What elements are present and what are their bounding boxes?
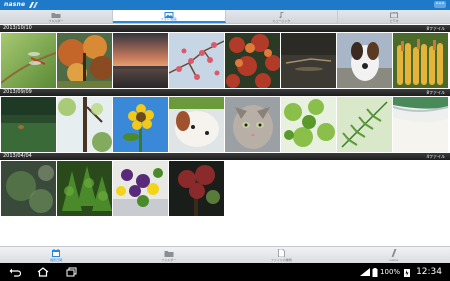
date-group-header: 2013/10/10 8ファイル <box>0 25 450 32</box>
bottom-nav-file-type[interactable]: ファイルの種類 <box>225 247 338 263</box>
photo-thumbnail-dog[interactable] <box>337 33 392 88</box>
bottom-nav-by-date[interactable]: 撮影日時 <box>0 247 113 263</box>
photo-thumbnail-green-leaves[interactable] <box>281 97 336 152</box>
bottom-navigation: 撮影日時 フォルダー ファイルの種類 nasne <box>0 246 450 263</box>
photo-thumbnail-beach[interactable] <box>393 97 448 152</box>
group-file-count: 4ファイル <box>426 154 445 159</box>
photo-thumbnail-blurred-green[interactable] <box>1 161 56 216</box>
bottom-nav-folder[interactable]: フォルダー <box>113 247 226 263</box>
photo-thumbnail-plum-blossoms[interactable] <box>169 33 224 88</box>
group-date: 2013/10/10 <box>3 25 32 31</box>
video-icon <box>390 12 399 18</box>
photo-thumbnail-sunflower[interactable] <box>113 97 168 152</box>
photo-thumbnail-cat[interactable] <box>225 97 280 152</box>
tab-label: フォト/動画 <box>160 17 177 21</box>
app-window: nasne ••• フォルダー フォト/動画 ミュージック ビデオ 2013/1… <box>0 0 450 281</box>
photo-thumbnail-conifer[interactable] <box>57 161 112 216</box>
battery-icon <box>372 267 378 277</box>
photo-thumbnail-deer-meadow[interactable] <box>1 97 56 152</box>
group-file-count: 8ファイル <box>426 90 445 95</box>
system-bar: 100% 12:34 <box>0 263 450 281</box>
group-date: 2013/04/04 <box>3 153 32 159</box>
photo-thumbnail-dark-water[interactable] <box>281 33 336 88</box>
nasne-device-icon <box>391 249 397 257</box>
recent-apps-icon[interactable] <box>66 267 78 277</box>
photo-thumbnail-corn[interactable] <box>393 33 448 88</box>
photo-thumbnail-red-leaves[interactable] <box>225 33 280 88</box>
back-icon[interactable] <box>9 267 21 277</box>
music-note-icon <box>279 12 284 18</box>
app-logo-icon <box>29 2 38 8</box>
app-logo: nasne <box>4 1 26 8</box>
folder-icon <box>51 13 61 18</box>
document-icon <box>278 249 286 257</box>
tab-bar: フォルダー フォト/動画 ミュージック ビデオ <box>0 10 450 24</box>
bottom-nav-label: nasne <box>389 258 399 262</box>
title-bar: nasne ••• <box>0 0 450 10</box>
folder-icon <box>164 251 174 257</box>
photo-thumbnail-dragonfly[interactable] <box>1 33 56 88</box>
group-file-count: 8ファイル <box>426 26 445 31</box>
bottom-nav-label: ファイルの種類 <box>270 258 292 262</box>
tab-label: ビデオ <box>389 19 399 23</box>
photo-thumbnail-flowers[interactable] <box>113 161 168 216</box>
date-group-header: 2013/09/09 8ファイル <box>0 89 450 96</box>
date-group-header: 2013/04/04 4ファイル <box>0 153 450 160</box>
photo-thumbnail-puppy[interactable] <box>169 97 224 152</box>
photo-thumbnail-forest-light[interactable] <box>57 97 112 152</box>
charging-icon <box>404 268 411 277</box>
tab-label: ミュージック <box>272 19 291 23</box>
bottom-nav-label: 撮影日時 <box>50 258 63 262</box>
battery-percentage: 100% <box>380 268 401 276</box>
home-icon[interactable] <box>37 267 49 277</box>
bottom-nav-nasne[interactable]: nasne <box>338 247 450 263</box>
tab-label: フォルダー <box>48 19 64 23</box>
photo-thumbnail-fern[interactable] <box>337 97 392 152</box>
tab-folder[interactable]: フォルダー <box>0 10 113 23</box>
tab-photo-video[interactable]: フォト/動画 <box>112 10 226 23</box>
status-area: 100% 12:34 <box>360 263 442 281</box>
photo-thumbnail-autumn-trees[interactable] <box>57 33 112 88</box>
tab-video[interactable]: ビデオ <box>338 10 450 23</box>
signal-icon <box>360 268 371 276</box>
bottom-nav-label: フォルダー <box>161 258 177 262</box>
photo-thumbnail-red-tree[interactable] <box>169 161 224 216</box>
calendar-icon <box>52 249 61 257</box>
tab-music[interactable]: ミュージック <box>226 10 339 23</box>
status-clock: 12:34 <box>416 267 442 277</box>
overflow-menu-button[interactable]: ••• <box>434 1 446 8</box>
photo-thumbnail-sunset[interactable] <box>113 33 168 88</box>
group-date: 2013/09/09 <box>3 89 32 95</box>
